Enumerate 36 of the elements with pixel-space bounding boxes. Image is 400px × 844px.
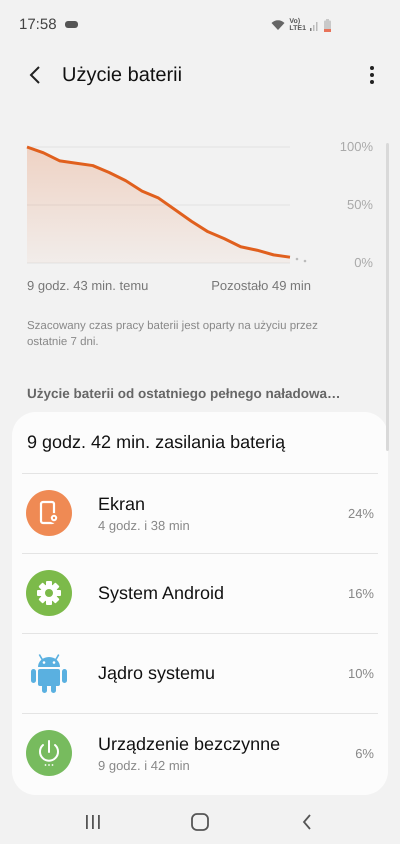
axis-label: 50% — [346, 198, 373, 211]
item-percent: 16% — [348, 584, 374, 602]
item-percent: 6% — [355, 744, 374, 762]
axis-label: 100% — [340, 140, 373, 153]
item-percent: 24% — [348, 504, 374, 522]
recent-apps-icon — [85, 814, 102, 830]
more-icon — [370, 66, 374, 84]
item-name: Jądro systemu — [98, 662, 216, 686]
power-icon — [26, 730, 72, 776]
usage-item[interactable]: Ekran 4 godz. i 38 min 24% — [22, 472, 378, 553]
page-title: Użycie baterii — [62, 63, 182, 88]
usage-item[interactable]: Urządzenie bezczynne 9 godz. i 42 min 6% — [22, 712, 378, 793]
item-name: Urządzenie bezczynne — [98, 732, 280, 756]
chart-start-label: 9 godz. 43 min. temu — [27, 277, 148, 295]
battery-icon — [324, 18, 331, 32]
item-percent: 10% — [348, 664, 374, 682]
signal-icon — [310, 20, 320, 30]
clock: 17:58 — [19, 14, 57, 35]
chart-end-label: Pozostało 49 min — [211, 277, 311, 295]
usage-item[interactable]: System Android 16% — [22, 552, 378, 633]
usage-item[interactable]: Jądro systemu 10% — [22, 632, 378, 713]
back-icon — [29, 66, 41, 84]
wifi-icon — [271, 20, 286, 30]
section-title: Użycie baterii od ostatniego pełnego naładowa… — [26, 384, 342, 403]
item-duration: 4 godz. i 38 min — [98, 516, 190, 535]
item-name: System Android — [98, 582, 224, 606]
estimate-note: Szacowany czas pracy baterii jest oparty na użyciu przez ostatnie 7 dni. — [26, 318, 319, 350]
settings-icon — [26, 570, 72, 616]
back-icon — [302, 814, 312, 830]
item-duration: 9 godz. i 42 min — [98, 756, 191, 775]
phone-gear-icon — [26, 490, 72, 536]
axis-label: 0% — [354, 256, 373, 269]
item-name: Ekran — [98, 492, 146, 516]
home-icon — [190, 812, 209, 831]
forecast-dots — [296, 258, 306, 262]
card-title: 9 godz. 42 min. zasilania baterią — [26, 430, 286, 454]
